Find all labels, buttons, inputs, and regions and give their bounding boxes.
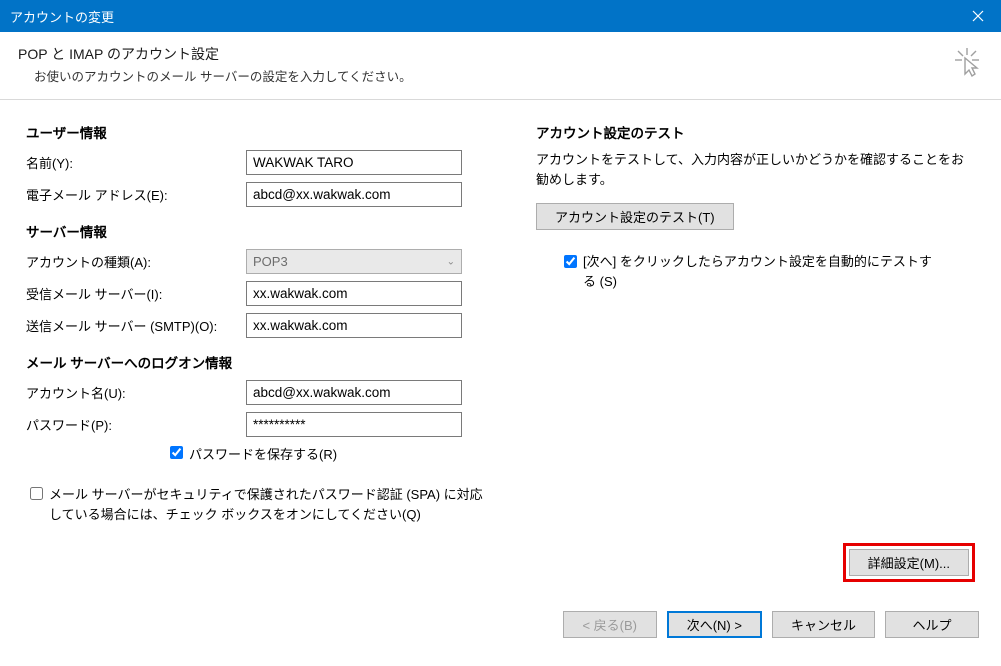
name-input[interactable] — [246, 150, 462, 175]
help-button[interactable]: ヘルプ — [885, 611, 979, 638]
incoming-label: 受信メール サーバー(I): — [26, 284, 246, 303]
window-title: アカウントの変更 — [10, 7, 114, 26]
auto-test-label: [次へ] をクリックしたらアカウント設定を自動的にテストする (S) — [583, 252, 943, 291]
right-column: アカウント設定のテスト アカウントをテストして、入力内容が正しいかどうかを確認す… — [516, 122, 975, 588]
user-info-heading: ユーザー情報 — [26, 122, 516, 142]
save-password-label: パスワードを保存する(R) — [189, 444, 337, 463]
password-input[interactable] — [246, 412, 462, 437]
footer-buttons: < 戻る(B) 次へ(N) > キャンセル ヘルプ — [0, 596, 1001, 652]
back-button[interactable]: < 戻る(B) — [563, 611, 657, 638]
name-label: 名前(Y): — [26, 153, 246, 172]
account-type-label: アカウントの種類(A): — [26, 252, 246, 271]
advanced-settings-button[interactable]: 詳細設定(M)... — [849, 549, 969, 576]
header-title: POP と IMAP のアカウント設定 — [18, 44, 983, 64]
incoming-server-input[interactable] — [246, 281, 462, 306]
left-column: ユーザー情報 名前(Y): 電子メール アドレス(E): サーバー情報 アカウン… — [26, 122, 516, 588]
test-account-button[interactable]: アカウント設定のテスト(T) — [536, 203, 734, 230]
spa-checkbox[interactable] — [30, 487, 43, 500]
server-info-heading: サーバー情報 — [26, 221, 516, 241]
content: ユーザー情報 名前(Y): 電子メール アドレス(E): サーバー情報 アカウン… — [0, 100, 1001, 598]
close-button[interactable] — [955, 0, 1001, 32]
auto-test-checkbox[interactable] — [564, 255, 577, 268]
account-type-select: POP3 ⌄ — [246, 249, 462, 274]
test-heading: アカウント設定のテスト — [536, 122, 975, 142]
cancel-button[interactable]: キャンセル — [772, 611, 875, 638]
cursor-click-icon — [951, 46, 983, 78]
email-label: 電子メール アドレス(E): — [26, 185, 246, 204]
logon-heading: メール サーバーへのログオン情報 — [26, 352, 516, 372]
advanced-highlight: 詳細設定(M)... — [843, 543, 975, 582]
chevron-down-icon: ⌄ — [447, 256, 455, 267]
outgoing-label: 送信メール サーバー (SMTP)(O): — [26, 316, 246, 335]
close-icon — [972, 10, 984, 22]
outgoing-server-input[interactable] — [246, 313, 462, 338]
email-input[interactable] — [246, 182, 462, 207]
account-type-value: POP3 — [253, 254, 288, 269]
password-label: パスワード(P): — [26, 415, 246, 434]
account-name-label: アカウント名(U): — [26, 383, 246, 402]
header-subtitle: お使いのアカウントのメール サーバーの設定を入力してください。 — [18, 66, 983, 85]
next-button[interactable]: 次へ(N) > — [667, 611, 762, 638]
header-panel: POP と IMAP のアカウント設定 お使いのアカウントのメール サーバーの設… — [0, 32, 1001, 100]
spa-label: メール サーバーがセキュリティで保護されたパスワード認証 (SPA) に対応して… — [49, 485, 486, 524]
account-name-input[interactable] — [246, 380, 462, 405]
titlebar: アカウントの変更 — [0, 0, 1001, 32]
test-description: アカウントをテストして、入力内容が正しいかどうかを確認することをお勧めします。 — [536, 150, 975, 189]
save-password-checkbox[interactable] — [170, 446, 183, 459]
